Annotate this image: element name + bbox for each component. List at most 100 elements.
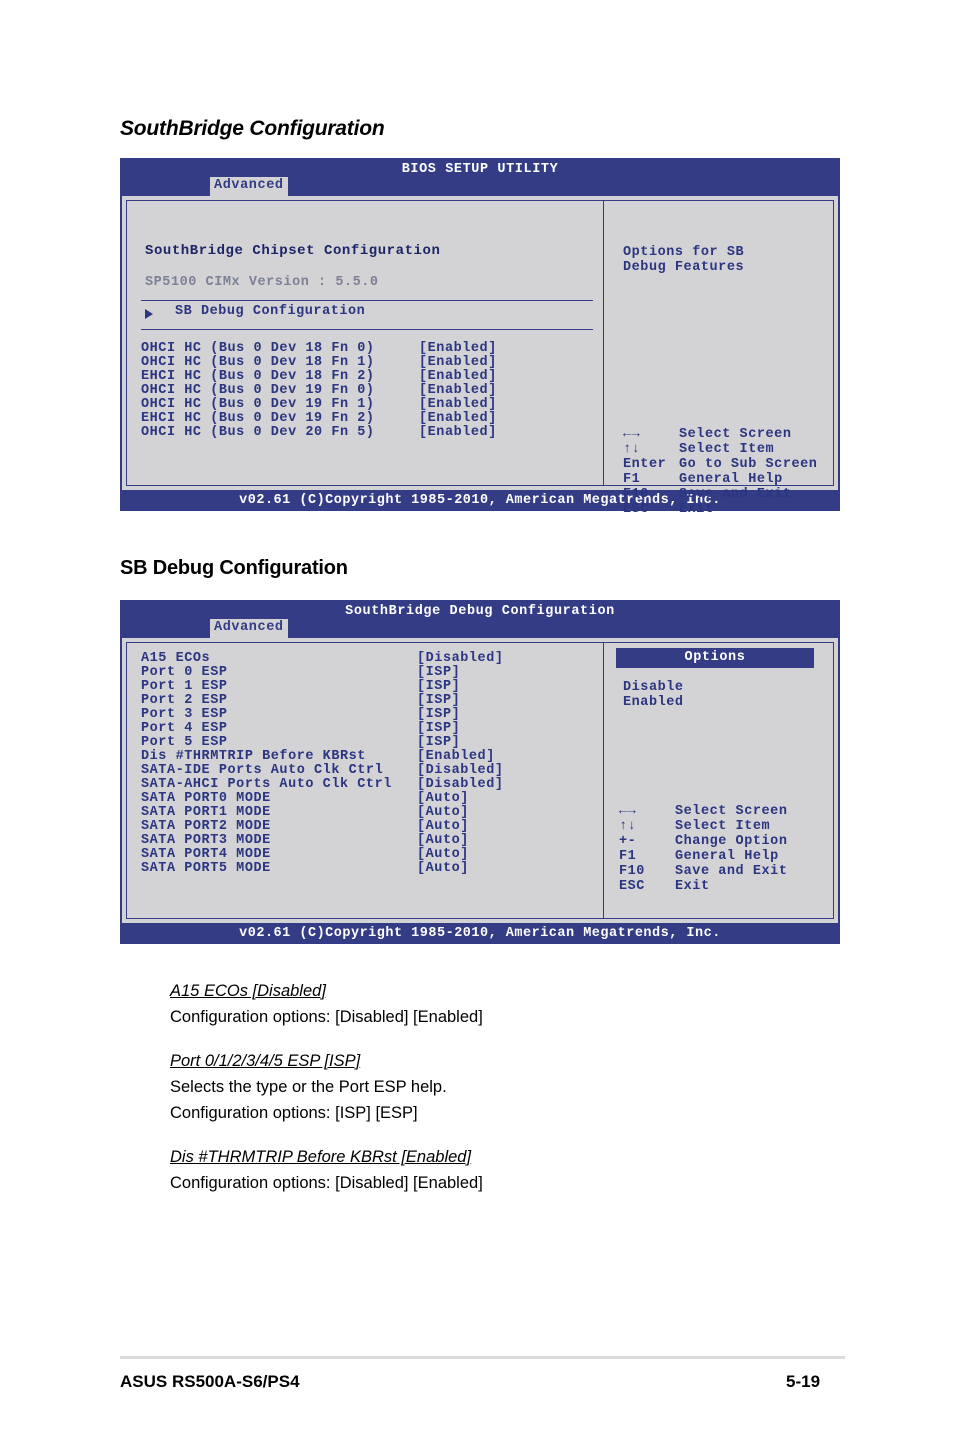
setting-label[interactable]: Dis #THRMTRIP Before KBRst xyxy=(141,749,366,764)
setting-label[interactable]: A15 ECOs xyxy=(141,651,210,666)
setting-value[interactable]: [Disabled] xyxy=(417,651,504,666)
legend-desc: Save and Exit xyxy=(675,864,788,879)
legend-key: ESC xyxy=(623,502,649,517)
setting-value[interactable]: [Auto] xyxy=(417,861,469,876)
legend-desc: General Help xyxy=(679,472,783,487)
legend-key: ←→ xyxy=(619,804,637,819)
setting-label[interactable]: OHCI HC (Bus 0 Dev 19 Fn 1) xyxy=(141,397,375,412)
description-line: Selects the type or the Port ESP help. xyxy=(170,1078,447,1096)
bios-titlebar-2: SouthBridge Debug Configuration Advanced xyxy=(120,600,840,638)
legend-key: ESC xyxy=(619,879,645,894)
setting-label[interactable]: SATA PORT2 MODE xyxy=(141,819,271,834)
description-line: Configuration options: [Disabled] [Enabl… xyxy=(170,1008,483,1026)
setting-value[interactable]: [Enabled] xyxy=(419,397,497,412)
setting-label[interactable]: Port 2 ESP xyxy=(141,693,228,708)
setting-value[interactable]: [Enabled] xyxy=(419,341,497,356)
footer-product-name: ASUS RS500A-S6/PS4 xyxy=(120,1372,300,1391)
setting-label[interactable]: Port 5 ESP xyxy=(141,735,228,750)
bios-screen-southbridge-configuration: BIOS SETUP UTILITY Advanced SouthBridge … xyxy=(120,158,840,517)
option-item[interactable]: Disable xyxy=(623,680,684,695)
rule-below-submenu xyxy=(141,329,593,330)
legend-desc: Exit xyxy=(679,502,714,517)
setting-label[interactable]: EHCI HC (Bus 0 Dev 19 Fn 2) xyxy=(141,411,375,426)
setting-label[interactable]: OHCI HC (Bus 0 Dev 19 Fn 0) xyxy=(141,383,375,398)
footer-divider xyxy=(120,1356,845,1359)
bios-body-2: A15 ECOs [Disabled] Port 0 ESP [ISP] Por… xyxy=(120,638,840,923)
options-header-bar: Options xyxy=(616,648,814,668)
setting-label[interactable]: Port 1 ESP xyxy=(141,679,228,694)
setting-label[interactable]: Port 0 ESP xyxy=(141,665,228,680)
setting-value[interactable]: [ISP] xyxy=(417,693,460,708)
legend-desc: Select Item xyxy=(679,442,775,457)
description-line: Configuration options: [Disabled] [Enabl… xyxy=(170,1174,483,1192)
setting-value[interactable]: [ISP] xyxy=(417,679,460,694)
legend-key: F10 xyxy=(623,487,649,502)
legend-key: ←→ xyxy=(623,427,641,442)
setting-value[interactable]: [ISP] xyxy=(417,665,460,680)
legend-key: F10 xyxy=(619,864,645,879)
help-text-line-1: Options for SB xyxy=(623,245,745,260)
bios-inner-frame-2: A15 ECOs [Disabled] Port 0 ESP [ISP] Por… xyxy=(126,642,834,919)
legend-desc: Save and Exit xyxy=(679,487,792,502)
setting-label[interactable]: SATA-AHCI Ports Auto Clk Ctrl xyxy=(141,777,392,792)
setting-value[interactable]: [ISP] xyxy=(417,735,460,750)
setting-label[interactable]: SATA PORT3 MODE xyxy=(141,833,271,848)
bios-body-1: SouthBridge Chipset Configuration SP5100… xyxy=(120,196,840,517)
setting-label[interactable]: OHCI HC (Bus 0 Dev 20 Fn 5) xyxy=(141,425,375,440)
setting-value[interactable]: [Enabled] xyxy=(419,355,497,370)
legend-desc: Select Item xyxy=(675,819,771,834)
bios-copyright-bar-2: v02.61 (C)Copyright 1985-2010, American … xyxy=(120,923,840,944)
setting-label[interactable]: EHCI HC (Bus 0 Dev 18 Fn 2) xyxy=(141,369,375,384)
description-line: Configuration options: [ISP] [ESP] xyxy=(170,1104,418,1122)
setting-value[interactable]: [ISP] xyxy=(417,707,460,722)
legend-key: Enter xyxy=(623,457,667,472)
description-block: Dis #THRMTRIP Before KBRst [Enabled] Con… xyxy=(170,1144,870,1196)
bios-inner-frame-1: SouthBridge Chipset Configuration SP5100… xyxy=(126,200,834,517)
footer-page-number: 5-19 xyxy=(786,1372,821,1391)
legend-desc: Exit xyxy=(675,879,710,894)
setting-value[interactable]: [Enabled] xyxy=(419,425,497,440)
setting-label[interactable]: SATA-IDE Ports Auto Clk Ctrl xyxy=(141,763,383,778)
setting-value[interactable]: [Disabled] xyxy=(417,763,504,778)
setting-value[interactable]: [Enabled] xyxy=(419,411,497,426)
description-term: Dis #THRMTRIP Before KBRst [Enabled] xyxy=(170,1148,472,1166)
option-item[interactable]: Enabled xyxy=(623,695,684,710)
setting-value[interactable]: [Auto] xyxy=(417,805,469,820)
setting-label[interactable]: OHCI HC (Bus 0 Dev 18 Fn 1) xyxy=(141,355,375,370)
setting-value[interactable]: [Auto] xyxy=(417,819,469,834)
legend-desc: Select Screen xyxy=(679,427,792,442)
description-list: A15 ECOs [Disabled] Configuration option… xyxy=(170,978,870,1214)
description-block: A15 ECOs [Disabled] Configuration option… xyxy=(170,978,870,1030)
setting-label[interactable]: SATA PORT5 MODE xyxy=(141,861,271,876)
setting-value[interactable]: [ISP] xyxy=(417,721,460,736)
right-triangle-icon xyxy=(145,309,153,319)
legend-key: ↑↓ xyxy=(619,819,637,834)
bios-screen-sb-debug-configuration: SouthBridge Debug Configuration Advanced… xyxy=(120,600,840,944)
submenu-sb-debug-configuration[interactable]: SB Debug Configuration xyxy=(175,304,365,319)
bios-titlebar-1: BIOS SETUP UTILITY Advanced xyxy=(120,158,840,196)
setting-label[interactable]: OHCI HC (Bus 0 Dev 18 Fn 0) xyxy=(141,341,375,356)
panel-divider-2 xyxy=(603,643,604,918)
setting-value[interactable]: [Enabled] xyxy=(419,369,497,384)
legend-desc: Select Screen xyxy=(675,804,788,819)
setting-label[interactable]: SATA PORT0 MODE xyxy=(141,791,271,806)
description-term: A15 ECOs [Disabled] xyxy=(170,982,326,1000)
tab-advanced-2[interactable]: Advanced xyxy=(210,619,288,638)
setting-label[interactable]: Port 4 ESP xyxy=(141,721,228,736)
setting-value[interactable]: [Auto] xyxy=(417,791,469,806)
setting-value[interactable]: [Enabled] xyxy=(419,383,497,398)
description-term: Port 0/1/2/3/4/5 ESP [ISP] xyxy=(170,1052,361,1070)
setting-value[interactable]: [Auto] xyxy=(417,847,469,862)
setting-value[interactable]: [Auto] xyxy=(417,833,469,848)
bios-utility-title-2: SouthBridge Debug Configuration xyxy=(345,604,615,619)
setting-label[interactable]: SATA PORT4 MODE xyxy=(141,847,271,862)
setting-value[interactable]: [Enabled] xyxy=(417,749,495,764)
legend-key: ↑↓ xyxy=(623,442,641,457)
setting-value[interactable]: [Disabled] xyxy=(417,777,504,792)
tab-advanced-1[interactable]: Advanced xyxy=(210,177,288,196)
legend-desc: General Help xyxy=(675,849,779,864)
section-heading-sb-debug-configuration: SB Debug Configuration xyxy=(120,557,348,579)
setting-label[interactable]: Port 3 ESP xyxy=(141,707,228,722)
section-heading-southbridge-configuration: SouthBridge Configuration xyxy=(120,117,385,140)
setting-label[interactable]: SATA PORT1 MODE xyxy=(141,805,271,820)
